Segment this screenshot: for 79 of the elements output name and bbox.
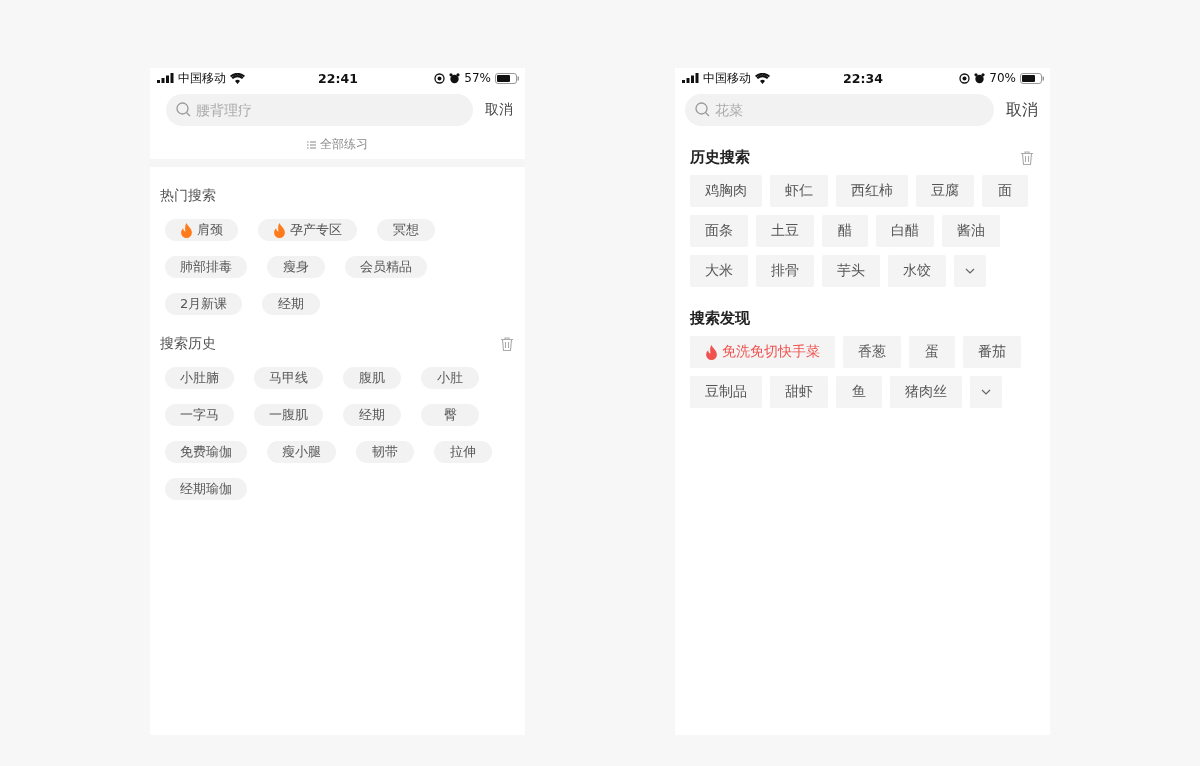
- signal-icon: [682, 73, 699, 83]
- carrier-name: 中国移动: [178, 69, 226, 87]
- trash-icon[interactable]: [1019, 149, 1035, 166]
- search-tag[interactable]: 一字马: [165, 404, 234, 426]
- search-tag[interactable]: 经期瑜伽: [165, 478, 247, 500]
- search-tag[interactable]: 腹肌: [343, 367, 401, 389]
- search-tag[interactable]: 小肚: [421, 367, 479, 389]
- fire-icon: [705, 344, 718, 360]
- search-icon: [176, 102, 191, 117]
- cancel-button[interactable]: 取消: [1006, 99, 1038, 121]
- search-tag[interactable]: 经期: [343, 404, 401, 426]
- search-tag[interactable]: 西红柿: [836, 175, 908, 207]
- search-tag[interactable]: 土豆: [756, 215, 814, 247]
- battery-percent: 57%: [464, 71, 491, 85]
- signal-icon: [157, 73, 174, 83]
- search-tag[interactable]: 水饺: [888, 255, 946, 287]
- search-tag[interactable]: 酱油: [942, 215, 1000, 247]
- list-icon: [307, 140, 316, 149]
- alarm-icon: [974, 72, 986, 84]
- search-tag[interactable]: 芋头: [822, 255, 880, 287]
- rotation-lock-icon: [959, 72, 971, 84]
- trash-icon[interactable]: [499, 336, 515, 352]
- search-icon: [695, 102, 710, 117]
- chevron-down-icon: [981, 389, 991, 395]
- search-tag[interactable]: 虾仁: [770, 175, 828, 207]
- search-tag[interactable]: 醋: [822, 215, 868, 247]
- search-tag[interactable]: 排骨: [756, 255, 814, 287]
- clock-time: 22:34: [843, 70, 883, 86]
- search-tag[interactable]: 2月新课: [165, 293, 243, 315]
- clock-time: 22:41: [318, 70, 358, 86]
- cancel-button[interactable]: 取消: [485, 101, 513, 119]
- hot-search-tag[interactable]: 肩颈: [165, 219, 238, 241]
- search-tag[interactable]: 韧带: [356, 441, 414, 463]
- battery-icon: [495, 72, 519, 84]
- rotation-lock-icon: [434, 72, 446, 84]
- search-tag[interactable]: 豆腐: [916, 175, 974, 207]
- search-tag[interactable]: 面条: [690, 215, 748, 247]
- fire-icon: [273, 222, 286, 238]
- section-title: 搜索历史: [160, 335, 216, 353]
- search-tag[interactable]: 鱼: [836, 376, 882, 408]
- search-tag[interactable]: 肺部排毒: [165, 256, 247, 278]
- section-title: 热门搜索: [160, 187, 216, 205]
- search-tag[interactable]: 瘦小腿: [267, 441, 336, 463]
- search-tag[interactable]: 甜虾: [770, 376, 828, 408]
- search-tag[interactable]: 香葱: [843, 336, 901, 368]
- fire-icon: [180, 222, 193, 238]
- search-tag[interactable]: 瘦身: [267, 256, 325, 278]
- hot-search-tag[interactable]: 孕产专区: [258, 219, 357, 241]
- search-tag[interactable]: 白醋: [876, 215, 934, 247]
- search-tag[interactable]: 猪肉丝: [890, 376, 962, 408]
- search-tag[interactable]: 一腹肌: [254, 404, 323, 426]
- search-tag[interactable]: 蛋: [909, 336, 955, 368]
- search-tag[interactable]: 番茄: [963, 336, 1021, 368]
- search-field[interactable]: 腰背理疗: [166, 94, 473, 126]
- search-tag[interactable]: 大米: [690, 255, 748, 287]
- carrier-name: 中国移动: [703, 69, 751, 87]
- all-practice-link[interactable]: 全部练习: [307, 136, 368, 153]
- wifi-icon: [230, 72, 245, 84]
- search-tag[interactable]: 拉伸: [434, 441, 492, 463]
- chevron-down-icon: [965, 268, 975, 274]
- search-field[interactable]: 花菜: [685, 94, 994, 126]
- alarm-icon: [449, 72, 461, 84]
- search-tag[interactable]: 冥想: [377, 219, 435, 241]
- search-tag[interactable]: 免费瑜伽: [165, 441, 247, 463]
- search-tag[interactable]: 臀: [421, 404, 479, 426]
- search-tag[interactable]: 马甲线: [254, 367, 323, 389]
- battery-percent: 70%: [989, 71, 1016, 85]
- search-tag[interactable]: 面: [982, 175, 1028, 207]
- wifi-icon: [755, 72, 770, 84]
- search-tag[interactable]: 鸡胸肉: [690, 175, 762, 207]
- expand-button[interactable]: [954, 255, 986, 287]
- search-tag[interactable]: 经期: [262, 293, 321, 315]
- battery-icon: [1020, 72, 1044, 84]
- section-title: 历史搜索: [690, 148, 750, 167]
- search-tag[interactable]: 小肚腩: [165, 367, 234, 389]
- section-title: 搜索发现: [690, 309, 750, 328]
- search-tag[interactable]: 豆制品: [690, 376, 762, 408]
- search-tag[interactable]: 会员精品: [345, 256, 427, 278]
- expand-button[interactable]: [970, 376, 1002, 408]
